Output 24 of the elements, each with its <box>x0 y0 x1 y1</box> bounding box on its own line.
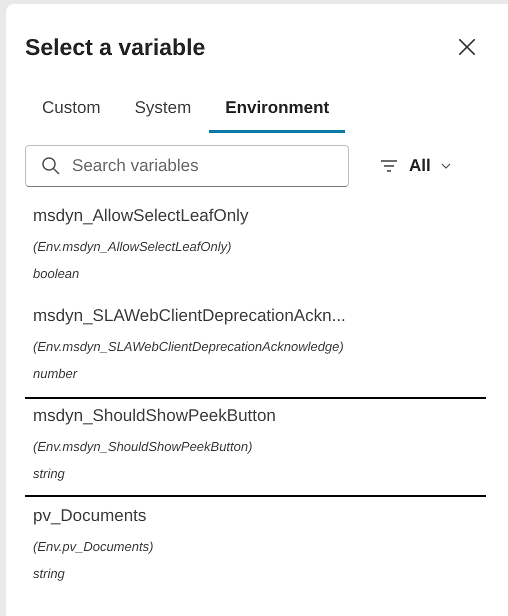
variable-reference: (Env.msdyn_AllowSelectLeafOnly) <box>33 238 232 256</box>
variable-name: msdyn_ShouldShowPeekButton <box>33 405 277 427</box>
variable-reference: (Env.pv_Documents) <box>33 538 154 556</box>
tab[interactable]: Environment <box>209 94 346 133</box>
variable-name: msdyn_AllowSelectLeafOnly <box>33 205 250 227</box>
dialog-title: Select a variable <box>25 33 206 62</box>
chevron-down-icon <box>440 161 451 171</box>
variable-name: msdyn_SLAWebClientDeprecationAckn... <box>33 305 347 327</box>
variable-reference: (Env.msdyn_SLAWebClientDeprecationAcknowledge) <box>33 338 345 356</box>
variable-name: pv_Documents <box>33 505 148 527</box>
variable-type: string <box>33 465 66 483</box>
variable-type: string <box>33 565 66 583</box>
variable-item[interactable]: msdyn_ShouldShowPeekButton (Env.msdyn_ShouldShowPeekButton) string <box>25 397 486 497</box>
tab[interactable]: Custom <box>26 94 117 133</box>
search-field[interactable]: Search variables <box>25 145 349 187</box>
tab[interactable]: System <box>118 94 208 133</box>
filter-button[interactable]: All <box>379 153 451 179</box>
search-icon <box>41 156 61 176</box>
variable-type: number <box>33 365 78 383</box>
variable-item[interactable]: msdyn_SLAWebClientDeprecationAckn... (Env.msdyn_SLAWebClientDeprecationAcknowledge) number <box>25 297 486 397</box>
variable-type: boolean <box>33 265 80 283</box>
variable-item[interactable]: msdyn_AllowSelectLeafOnly (Env.msdyn_AllowSelectLeafOnly) boolean <box>25 197 486 297</box>
variable-item[interactable]: pv_Documents (Env.pv_Documents) string <box>25 497 486 597</box>
variable-reference: (Env.msdyn_ShouldShowPeekButton) <box>33 438 254 456</box>
